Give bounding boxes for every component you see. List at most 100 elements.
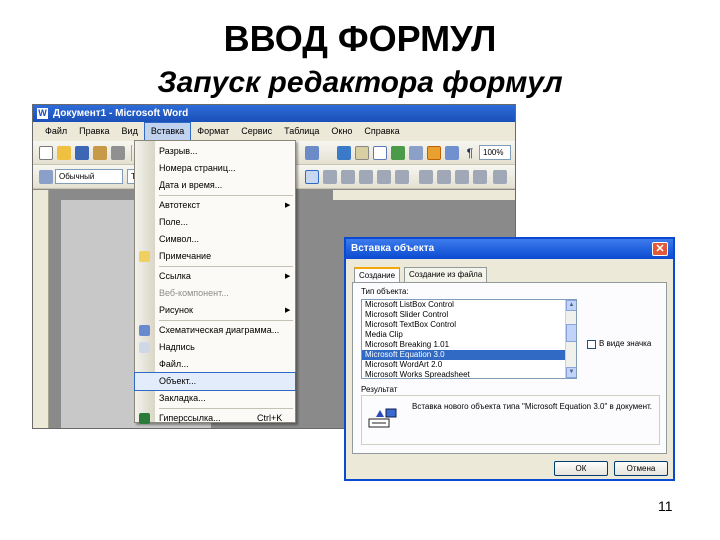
display-as-icon-checkbox[interactable]: [587, 340, 596, 349]
dialog-title: Вставка объекта: [346, 239, 673, 259]
comment-icon: [139, 251, 150, 262]
drawing-icon[interactable]: [427, 146, 441, 160]
insert-menu-item-3[interactable]: Автотекст ▶: [135, 197, 295, 214]
insert-menu-item-7[interactable]: Ссылка ▶: [135, 268, 295, 285]
insert-menu-item-13[interactable]: Объект...: [134, 372, 296, 391]
zoom-combo[interactable]: 100%: [479, 145, 511, 160]
menu-item-2[interactable]: Вид: [116, 122, 144, 141]
scroll-thumb[interactable]: [566, 324, 576, 342]
align-center-icon[interactable]: [323, 170, 337, 184]
columns-icon[interactable]: [409, 146, 423, 160]
print-icon[interactable]: [111, 146, 125, 160]
slide-title: ВВОД ФОРМУЛ: [223, 18, 497, 59]
align-right-icon[interactable]: [341, 170, 355, 184]
insert-menu-item-8[interactable]: Веб-компонент...: [135, 285, 295, 302]
menu-item-3[interactable]: Вставка: [143, 122, 192, 141]
insert-menu-item-6[interactable]: Примечание: [135, 248, 295, 265]
insert-menu-item-14[interactable]: Закладка...: [135, 390, 295, 407]
object-type-item[interactable]: Media Clip: [362, 330, 566, 340]
insert-menu-item-10[interactable]: Схематическая диаграмма...: [135, 322, 295, 339]
insert-menu-item-label: Примечание: [159, 251, 212, 261]
submenu-arrow-icon: ▶: [285, 202, 291, 209]
tab-create-new[interactable]: Создание: [354, 267, 401, 283]
justify-icon[interactable]: [359, 170, 373, 184]
ok-button[interactable]: ОК: [554, 461, 608, 476]
insert-menu-dropdown: Разрыв... Номера страниц... Дата и время..…: [134, 140, 296, 424]
close-icon[interactable]: ✕: [652, 242, 668, 256]
insert-menu-item-label: Символ...: [159, 234, 199, 244]
save-icon[interactable]: [75, 146, 89, 160]
distributed-icon[interactable]: [377, 170, 391, 184]
new-document-icon[interactable]: [39, 146, 53, 160]
menu-item-7[interactable]: Окно: [325, 122, 358, 141]
word-menubar: Файл Правка Вид Вставка Формат Сервис Таблица О…: [33, 122, 515, 141]
result-box: Вставка нового объекта типа "Microsoft E…: [361, 395, 660, 445]
doc-map-icon[interactable]: [445, 146, 459, 160]
style-combo[interactable]: Обычный: [55, 169, 123, 184]
menu-accelerator: Ctrl+K: [257, 413, 283, 423]
object-type-item[interactable]: Microsoft Works Spreadsheet: [362, 370, 566, 378]
pilcrow-icon[interactable]: ¶: [463, 146, 477, 160]
insert-menu-item-label: Закладка...: [159, 393, 206, 403]
menu-item-6[interactable]: Таблица: [278, 122, 325, 141]
insert-menu-item-label: Номера страниц...: [159, 163, 236, 173]
result-description: Вставка нового объекта типа "Microsoft E…: [412, 402, 652, 411]
open-folder-icon[interactable]: [57, 146, 71, 160]
borders-icon[interactable]: [493, 170, 507, 184]
line-spacing-icon[interactable]: [395, 170, 409, 184]
object-type-item[interactable]: Microsoft Breaking 1.01: [362, 340, 566, 350]
tab-create-from-file[interactable]: Создание из файла: [404, 267, 488, 282]
insert-menu-item-label: Гиперссылка...: [159, 413, 221, 423]
menu-item-0[interactable]: Файл: [39, 122, 73, 141]
menu-item-5[interactable]: Сервис: [235, 122, 278, 141]
menu-item-4[interactable]: Формат: [191, 122, 235, 141]
page-number: 11: [658, 498, 673, 514]
submenu-arrow-icon: ▶: [285, 307, 291, 314]
insert-menu-item-label: Дата и время...: [159, 180, 223, 190]
menu-item-8[interactable]: Справка: [358, 122, 405, 141]
diagram-icon: [139, 325, 150, 336]
object-type-item[interactable]: Microsoft TextBox Control: [362, 320, 566, 330]
insert-menu-item-5[interactable]: Символ...: [135, 231, 295, 248]
object-type-item[interactable]: Microsoft ListBox Control: [362, 300, 566, 310]
insert-menu-item-4[interactable]: Поле...: [135, 214, 295, 231]
insert-menu-item-label: Веб-компонент...: [159, 288, 229, 298]
object-type-item[interactable]: Microsoft Equation 3.0: [362, 350, 566, 360]
insert-menu-item-label: Разрыв...: [159, 146, 198, 156]
insert-menu-item-15[interactable]: Гиперссылка... Ctrl+K: [135, 410, 295, 427]
insert-menu-item-1[interactable]: Номера страниц...: [135, 160, 295, 177]
insert-menu-item-0[interactable]: Разрыв...: [135, 143, 295, 160]
object-type-list[interactable]: Microsoft ListBox Control Microsoft Slide…: [361, 299, 577, 379]
scroll-up-icon[interactable]: ▲: [566, 300, 576, 311]
insert-menu-item-2[interactable]: Дата и время...: [135, 177, 295, 194]
menu-item-1[interactable]: Правка: [73, 122, 115, 141]
insert-menu-item-12[interactable]: Файл...: [135, 356, 295, 373]
undo-icon[interactable]: [305, 146, 319, 160]
insert-menu-item-label: Надпись: [159, 342, 195, 352]
insert-menu-item-label: Поле...: [159, 217, 189, 227]
numbering-icon[interactable]: [419, 170, 433, 184]
dialog-panel: Тип объекта: Microsoft ListBox Control Mi…: [352, 282, 667, 454]
align-left-icon[interactable]: [305, 170, 319, 184]
insert-table-icon[interactable]: [373, 146, 387, 160]
display-as-icon-label: В виде значка: [599, 339, 652, 348]
object-type-item[interactable]: Microsoft Slider Control: [362, 310, 566, 320]
hyperlink-toolbar-icon[interactable]: [337, 146, 351, 160]
insert-menu-item-label: Ссылка: [159, 271, 191, 281]
object-type-item[interactable]: Microsoft WordArt 2.0: [362, 360, 566, 370]
permission-icon[interactable]: [93, 146, 107, 160]
insert-object-icon: [368, 408, 397, 428]
insert-menu-item-9[interactable]: Рисунок ▶: [135, 302, 295, 319]
cancel-button[interactable]: Отмена: [614, 461, 668, 476]
scroll-down-icon[interactable]: ▼: [566, 367, 576, 378]
excel-sheet-icon[interactable]: [391, 146, 405, 160]
tables-icon[interactable]: [355, 146, 369, 160]
styles-pane-icon[interactable]: [39, 170, 53, 184]
decrease-indent-icon[interactable]: [455, 170, 469, 184]
bullets-icon[interactable]: [437, 170, 451, 184]
object-list-scrollbar[interactable]: ▲ ▼: [565, 300, 576, 378]
submenu-arrow-icon: ▶: [285, 273, 291, 280]
insert-menu-item-11[interactable]: Надпись: [135, 339, 295, 356]
increase-indent-icon[interactable]: [473, 170, 487, 184]
word-app-icon: W: [37, 108, 48, 119]
